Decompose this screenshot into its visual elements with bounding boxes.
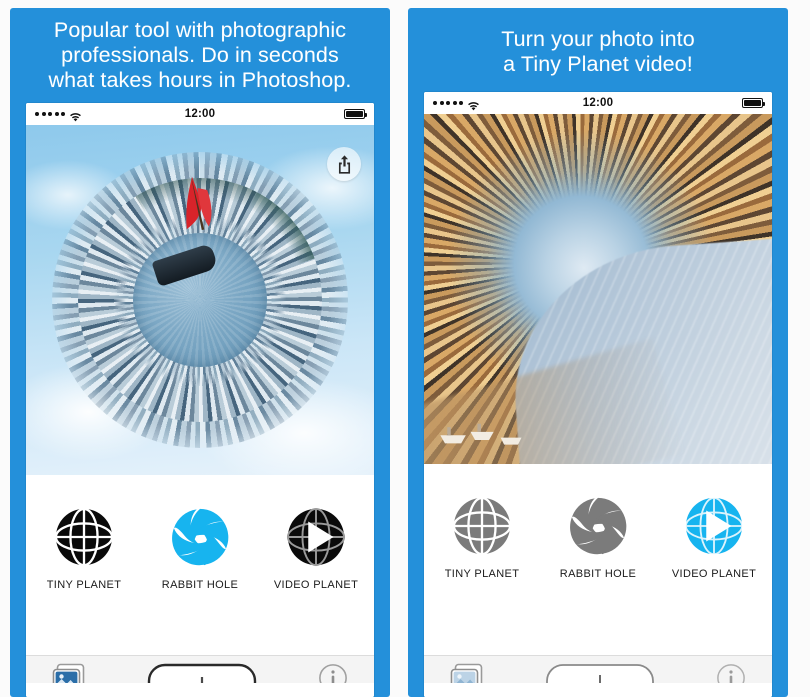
photo-preview-tiny-planet[interactable] — [26, 125, 374, 475]
globe-icon — [54, 507, 114, 567]
mode-rabbit-hole[interactable]: RABBIT HOLE — [546, 495, 650, 580]
photo-preview-rabbit-hole[interactable] — [424, 114, 772, 464]
mode-label: RABBIT HOLE — [559, 568, 637, 580]
status-bar-right — [742, 98, 765, 108]
mode-video-planet[interactable]: VIDEO PLANET — [264, 506, 368, 591]
aperture-icon — [172, 508, 229, 566]
status-bar-time: 12:00 — [582, 97, 614, 109]
frame-bottom-mask — [26, 683, 374, 697]
mode-tiny-planet[interactable]: TINY PLANET — [32, 506, 136, 591]
promo-panel-left: Popular tool with photographic professio… — [10, 8, 390, 697]
aperture-icon — [570, 497, 627, 555]
share-button[interactable] — [327, 147, 361, 181]
status-bar: 12:00 — [424, 92, 772, 114]
harbour-boats — [440, 423, 522, 445]
battery-full-icon — [742, 98, 765, 108]
status-bar: 12:00 — [26, 103, 374, 125]
globe-icon — [452, 496, 512, 556]
mode-rabbit-hole[interactable]: RABBIT HOLE — [148, 506, 252, 591]
screenshot-stage: Popular tool with photographic professio… — [0, 0, 810, 697]
panel-headline-left: Popular tool with photographic professio… — [48, 18, 352, 92]
globe-play-icon — [684, 496, 744, 556]
phone-mockup-right: 12:00 TINY PLANET RABBIT HOLE VIDEO PLAN… — [424, 92, 772, 697]
battery-full-icon — [344, 109, 367, 119]
mode-label: TINY PLANET — [46, 579, 122, 591]
promo-panel-right: Turn your photo into a Tiny Planet video… — [408, 8, 788, 697]
frame-bottom-mask — [424, 683, 772, 697]
mode-picker: TINY PLANET RABBIT HOLE VIDEO PLANET — [26, 475, 374, 655]
mode-label: VIDEO PLANET — [671, 568, 757, 580]
mode-video-planet[interactable]: VIDEO PLANET — [662, 495, 766, 580]
tiny-planet-graphic — [52, 152, 348, 448]
mode-picker: TINY PLANET RABBIT HOLE VIDEO PLANET — [424, 464, 772, 655]
mode-label: RABBIT HOLE — [161, 579, 239, 591]
mode-label: VIDEO PLANET — [273, 579, 359, 591]
phone-mockup-left: 12:00 TINY PLANET RABBIT HOLE VIDEO PLAN… — [26, 103, 374, 697]
share-icon — [338, 154, 350, 174]
mode-label: TINY PLANET — [444, 568, 520, 580]
status-bar-time: 12:00 — [184, 108, 216, 120]
globe-play-icon — [286, 507, 346, 567]
mode-tiny-planet[interactable]: TINY PLANET — [430, 495, 534, 580]
panel-headline-right: Turn your photo into a Tiny Planet video… — [501, 27, 695, 76]
status-bar-right — [344, 109, 367, 119]
